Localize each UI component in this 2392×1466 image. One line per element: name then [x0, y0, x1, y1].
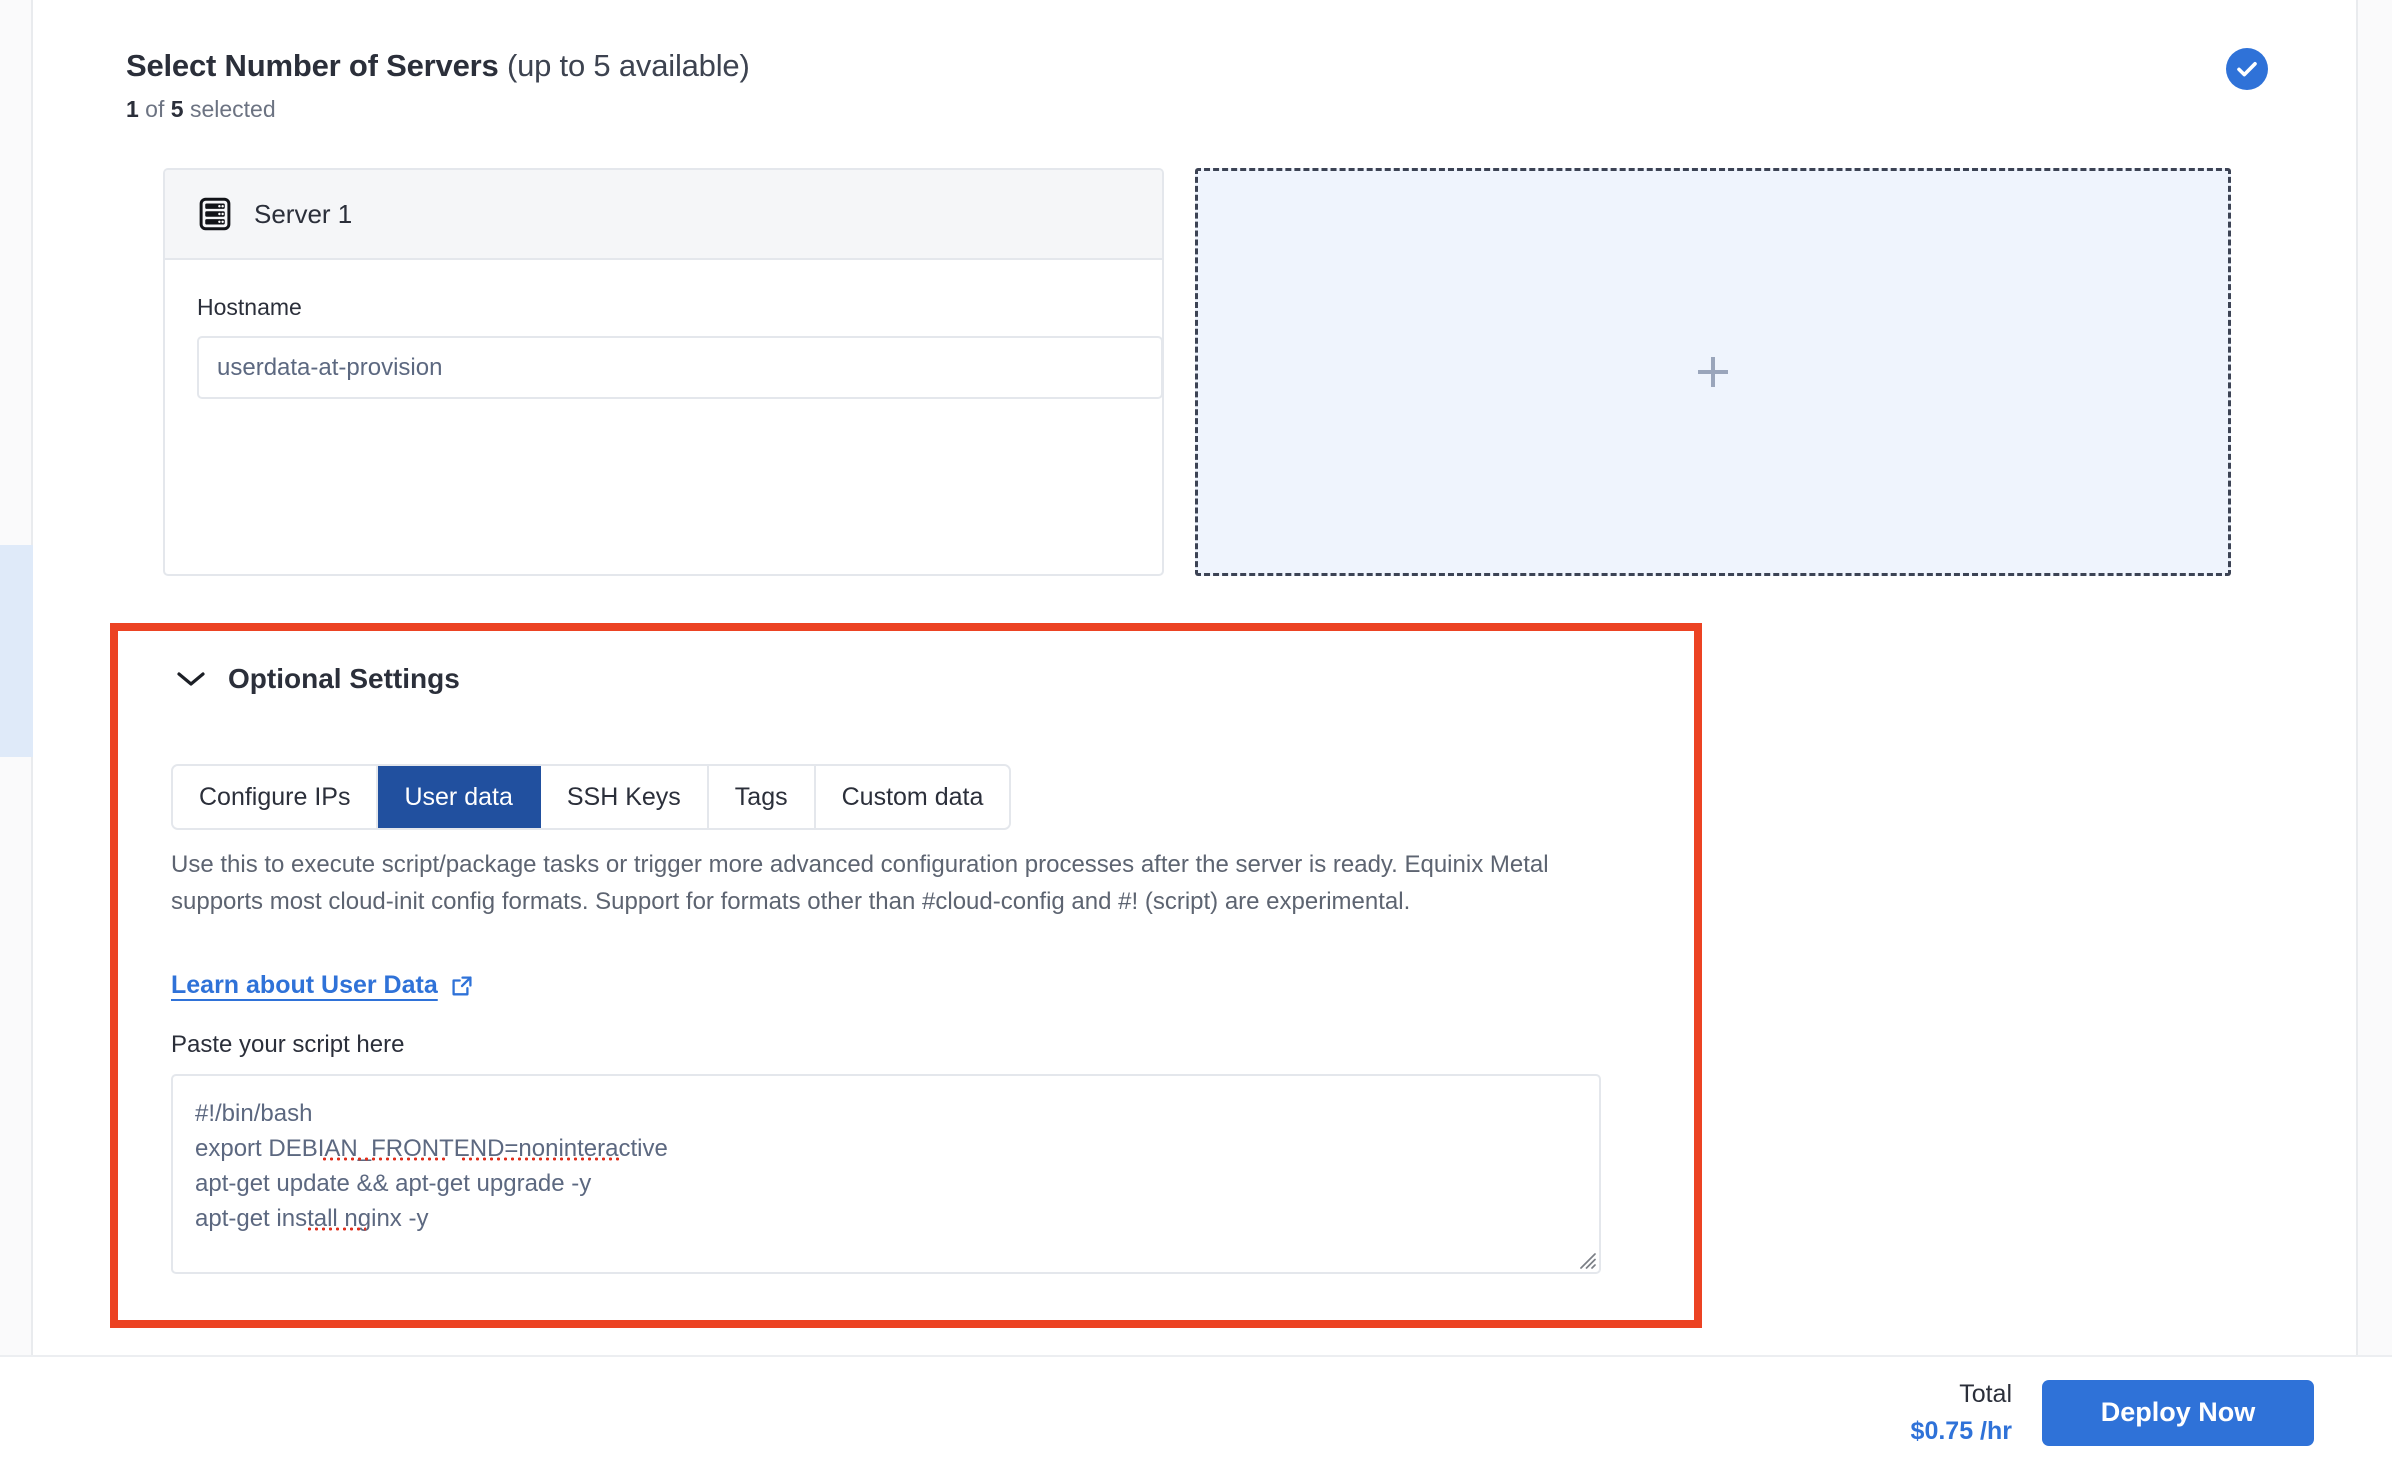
server-card-body: Hostname: [165, 260, 1163, 399]
section-title-bold: Select Number of Servers: [126, 48, 499, 83]
external-link-icon: [452, 975, 472, 995]
optional-settings-title: Optional Settings: [228, 663, 460, 694]
selected-count-suffix: selected: [183, 96, 276, 122]
hostname-input[interactable]: [197, 336, 1163, 399]
chevron-down-icon: [177, 672, 205, 686]
plus-icon: [1698, 357, 1728, 387]
server-rack-icon: [199, 197, 231, 231]
selected-count-total: 5: [170, 96, 184, 122]
tab-configure-ips[interactable]: Configure IPs: [173, 766, 379, 828]
optional-settings-tabs: Configure IPs User data SSH Keys Tags Cu…: [171, 764, 1012, 830]
footer-bar: Total $0.75 /hr Deploy Now: [0, 1355, 2392, 1466]
hostname-label: Hostname: [197, 294, 302, 320]
user-data-script-wrapper: [171, 1074, 1601, 1274]
deploy-now-button[interactable]: Deploy Now: [2042, 1379, 2314, 1446]
left-rail-active-marker: [0, 545, 33, 757]
tab-user-data[interactable]: User data: [378, 766, 541, 828]
footer-actions: Total $0.75 /hr Deploy Now: [1911, 1357, 2314, 1466]
optional-settings-annotation-box: Optional Settings Configure IPs User dat…: [110, 623, 1702, 1328]
left-rail: [0, 0, 33, 1355]
servers-row: Server 1 Hostname: [163, 168, 2231, 576]
right-rail: [2356, 0, 2392, 1355]
total-summary: Total $0.75 /hr: [1911, 1378, 2012, 1447]
user-data-description: Use this to execute script/package tasks…: [171, 851, 1549, 915]
optional-settings-toggle[interactable]: Optional Settings: [176, 663, 460, 695]
tab-custom-data[interactable]: Custom data: [815, 766, 1010, 828]
total-price: $0.75 /hr: [1910, 1416, 2012, 1445]
tab-tags[interactable]: Tags: [708, 766, 816, 828]
server-card-title: Server 1: [254, 198, 353, 229]
server-card-header: Server 1: [165, 170, 1163, 260]
main-content-card: Select Number of Servers (up to 5 availa…: [35, 0, 2356, 1355]
learn-link-label: Learn about User Data: [171, 971, 438, 999]
section-title: Select Number of Servers (up to 5 availa…: [126, 48, 750, 84]
selected-count: 1 of 5 selected: [126, 96, 750, 123]
total-label: Total: [1959, 1380, 2012, 1408]
add-server-dropzone[interactable]: [1195, 168, 2231, 576]
check-circle-icon: [2226, 48, 2268, 90]
page-root: Select Number of Servers (up to 5 availa…: [0, 0, 2392, 1466]
server-card: Server 1 Hostname: [163, 168, 1165, 576]
selected-count-of: of: [138, 96, 171, 122]
user-data-script-textarea[interactable]: [171, 1074, 1601, 1274]
tab-ssh-keys[interactable]: SSH Keys: [540, 766, 709, 828]
paste-script-label: Paste your script here: [171, 1031, 405, 1058]
learn-about-user-data-link[interactable]: Learn about User Data: [171, 971, 474, 1000]
selected-count-value: 1: [126, 96, 139, 122]
optional-settings-panel: Optional Settings Configure IPs User dat…: [118, 631, 1694, 1320]
page-title: Select Number of Servers (up to 5 availa…: [126, 48, 750, 123]
section-title-muted: (up to 5 available): [498, 48, 750, 83]
